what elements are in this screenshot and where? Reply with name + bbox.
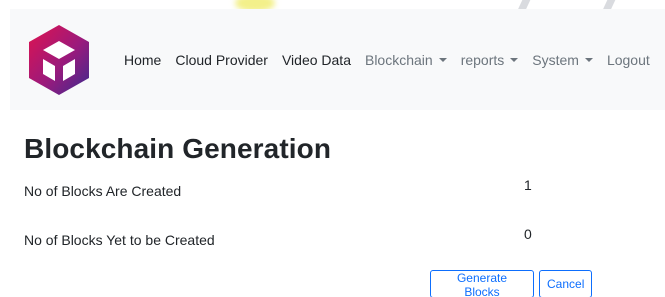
nav-video-data[interactable]: Video Data bbox=[275, 52, 358, 68]
navbar: Home Cloud Provider Video Data Blockchai… bbox=[10, 9, 665, 110]
chevron-down-icon bbox=[510, 57, 519, 62]
top-strip bbox=[0, 0, 665, 12]
nav-logout[interactable]: Logout bbox=[600, 52, 657, 68]
nav-system-dropdown[interactable]: System bbox=[525, 52, 600, 68]
blocks-pending-value: 0 bbox=[524, 226, 532, 242]
nav-reports-dropdown[interactable]: reports bbox=[454, 52, 526, 68]
chevron-down-icon bbox=[584, 57, 593, 62]
main-nav: Home Cloud Provider Video Data Blockchai… bbox=[117, 9, 657, 110]
blocks-created-label: No of Blocks Are Created bbox=[24, 183, 182, 199]
cancel-button[interactable]: Cancel bbox=[539, 270, 592, 297]
nav-reports-label: reports bbox=[460, 51, 505, 68]
nav-blockchain-label: Blockchain bbox=[364, 51, 433, 68]
page-title: Blockchain Generation bbox=[24, 133, 332, 164]
nav-system-label: System bbox=[532, 51, 579, 68]
brand-logo-icon[interactable] bbox=[22, 23, 96, 97]
nav-blockchain-dropdown[interactable]: Blockchain bbox=[358, 52, 454, 68]
nav-home[interactable]: Home bbox=[117, 52, 168, 68]
blocks-created-value: 1 bbox=[524, 177, 532, 193]
blocks-pending-label: No of Blocks Yet to be Created bbox=[24, 232, 215, 248]
generate-blocks-button[interactable]: Generate Blocks bbox=[430, 270, 534, 297]
chevron-down-icon bbox=[438, 57, 447, 62]
nav-cloud-provider[interactable]: Cloud Provider bbox=[168, 52, 275, 68]
